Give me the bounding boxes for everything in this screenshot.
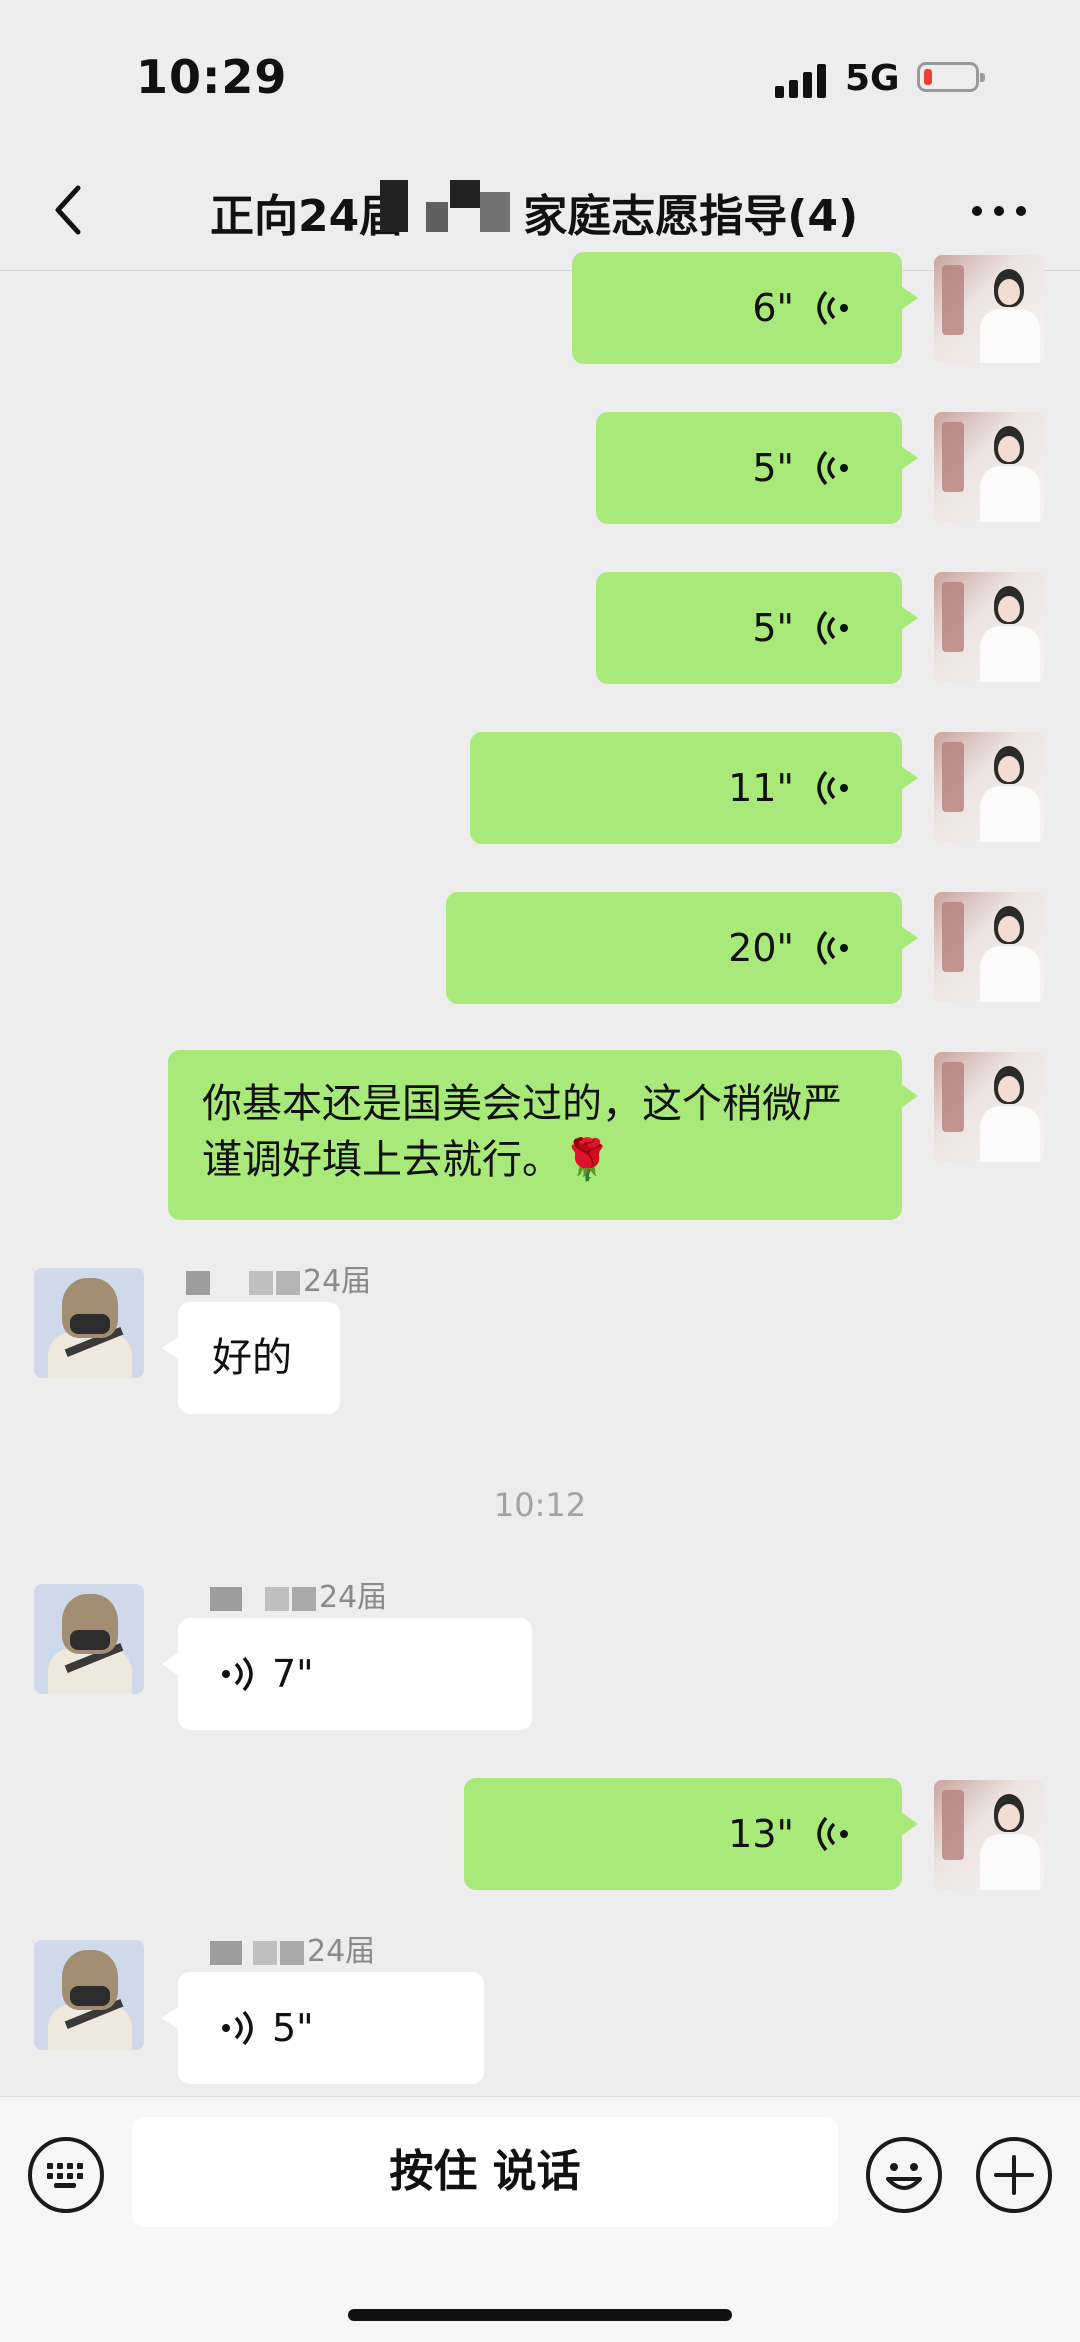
contact-avatar[interactable] [34,1268,144,1378]
sender-name: 24届 [180,1256,371,1300]
back-arrow-icon[interactable] [40,180,100,240]
voice-message-bubble[interactable]: 6" [572,252,918,364]
text-message-bubble[interactable]: 好的 [162,1302,340,1414]
voice-message-bubble[interactable]: 5" [596,572,918,684]
my-avatar[interactable] [934,412,1044,522]
contact-avatar[interactable] [34,1940,144,2050]
my-avatar[interactable] [934,732,1044,842]
network-label: 5G [845,58,900,99]
voice-wave-icon [817,930,848,966]
voice-duration: 6" [752,286,794,330]
chat-header: 正向24届 家庭志愿指导(4) [0,150,1080,271]
home-indicator [348,2309,732,2321]
voice-duration: 20" [728,926,794,970]
voice-wave-icon [817,290,848,326]
voice-wave-icon [222,2010,253,2046]
chat-title-suffix: 家庭志愿指导(4) [523,191,859,242]
my-avatar[interactable] [934,1780,1044,1890]
my-avatar[interactable] [934,572,1044,682]
emoji-icon[interactable] [866,2137,942,2213]
keyboard-toggle-icon[interactable] [28,2137,104,2213]
sender-name: 24届 [180,1926,375,1970]
sender-name-text: 24届 [307,1934,376,1969]
text-message-bubble[interactable]: 你基本还是国美会过的，这个稍微严谨调好填上去就行。🌹 [168,1050,918,1220]
voice-message-bubble[interactable]: 20" [446,892,918,1004]
contact-avatar[interactable] [34,1584,144,1694]
voice-duration: 13" [728,1812,794,1856]
voice-message-bubble[interactable]: 5" [596,412,918,524]
my-avatar[interactable] [934,892,1044,1002]
sender-name-text: 24届 [303,1264,372,1299]
more-options-icon[interactable] [972,200,1032,220]
sender-name-text: 24届 [319,1580,388,1615]
my-avatar[interactable] [934,1052,1044,1162]
voice-wave-icon [817,610,848,646]
sender-name: 24届 [180,1572,387,1616]
voice-duration: 7" [272,1652,314,1696]
voice-duration: 5" [752,446,794,490]
voice-message-bubble[interactable]: 13" [464,1778,918,1890]
hold-to-talk-button[interactable]: 按住 说话 [132,2117,838,2227]
voice-message-bubble[interactable]: 5" [162,1972,484,2084]
message-text: 你基本还是国美会过的，这个稍微严谨调好填上去就行。🌹 [202,1081,842,1183]
status-bar: 10:29 5G [0,0,1080,150]
voice-wave-icon [817,450,848,486]
message-text: 好的 [212,1335,292,1381]
voice-wave-icon [817,1816,848,1852]
voice-wave-icon [817,770,848,806]
voice-message-bubble[interactable]: 11" [470,732,918,844]
voice-duration: 11" [728,766,794,810]
chat-title-prefix: 正向24届 [210,191,404,242]
voice-duration: 5" [272,2006,314,2050]
redacted-mosaic [380,176,540,236]
input-bar: 按住 说话 [0,2096,1080,2342]
my-avatar[interactable] [934,255,1044,363]
chat-timestamp: 10:12 [493,1486,587,1524]
battery-icon [917,62,985,92]
add-more-icon[interactable] [976,2137,1052,2213]
status-time: 10:29 [136,50,288,104]
voice-message-bubble[interactable]: 7" [162,1618,532,1730]
voice-duration: 5" [752,606,794,650]
voice-wave-icon [222,1656,253,1692]
signal-icon [775,62,831,98]
